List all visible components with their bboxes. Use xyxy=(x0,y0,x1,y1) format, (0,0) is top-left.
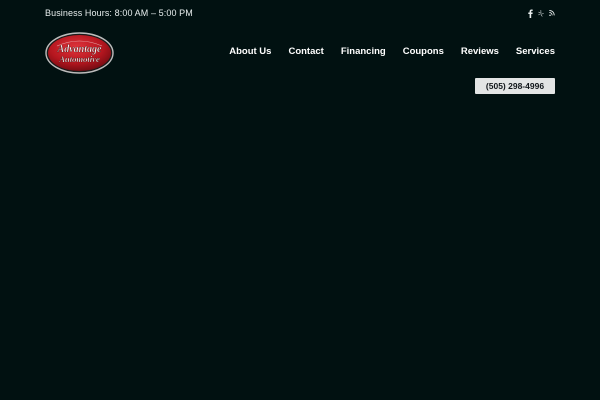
phone-button[interactable]: (505) 298-4996 xyxy=(475,78,555,94)
facebook-icon[interactable] xyxy=(527,8,533,18)
yelp-icon[interactable] xyxy=(538,8,544,18)
business-hours: Business Hours: 8:00 AM – 5:00 PM xyxy=(45,8,193,18)
site-logo[interactable]: Advantage Automotive xyxy=(45,32,114,74)
social-links xyxy=(527,7,555,19)
nav-services[interactable]: Services xyxy=(516,46,555,58)
nav-about-us[interactable]: About Us xyxy=(229,46,271,58)
nav-coupons[interactable]: Coupons xyxy=(403,46,444,58)
nav-reviews[interactable]: Reviews xyxy=(461,46,499,58)
main-nav: About Us Contact Financing Coupons Revie… xyxy=(212,46,555,58)
nav-financing[interactable]: Financing xyxy=(341,46,386,58)
page: Business Hours: 8:00 AM – 5:00 PM Advant… xyxy=(0,0,600,400)
nav-contact[interactable]: Contact xyxy=(288,46,323,58)
top-bar: Business Hours: 8:00 AM – 5:00 PM xyxy=(45,7,555,21)
rss-icon[interactable] xyxy=(549,8,555,18)
logo-line2: Automotive xyxy=(58,54,100,64)
